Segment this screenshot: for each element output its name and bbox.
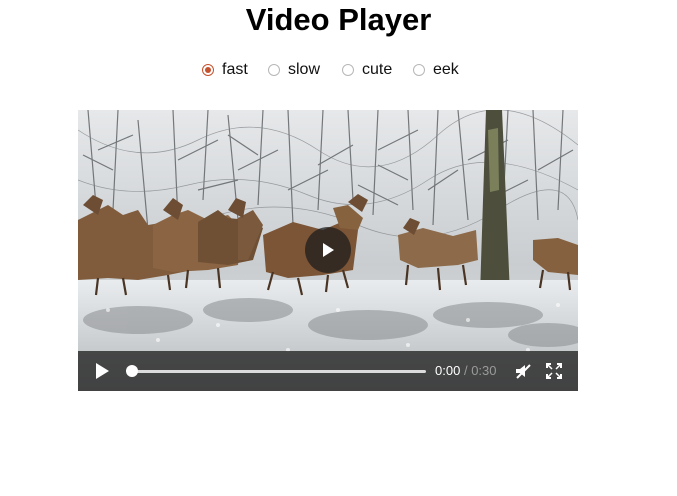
seek-bar[interactable]	[126, 365, 426, 377]
radio-fast-circle[interactable]	[202, 64, 214, 76]
mute-icon[interactable]	[514, 362, 532, 380]
radio-cute-circle[interactable]	[342, 64, 354, 76]
time-separator: /	[463, 363, 468, 378]
time-display: 0:00 / 0:30	[435, 363, 497, 379]
radio-cute[interactable]: cute	[342, 59, 392, 81]
radio-eek-circle[interactable]	[413, 64, 425, 76]
radio-cute-label[interactable]: cute	[362, 59, 392, 81]
radio-slow[interactable]: slow	[268, 59, 320, 81]
video-player[interactable]: 0:00 / 0:30	[78, 110, 578, 391]
radio-fast-label[interactable]: fast	[222, 59, 248, 81]
radio-slow-label[interactable]: slow	[288, 59, 320, 81]
fullscreen-icon[interactable]	[546, 362, 562, 380]
radio-slow-circle[interactable]	[268, 64, 280, 76]
big-play-button[interactable]	[305, 227, 351, 273]
duration: 0:30	[471, 363, 497, 378]
video-controls-bar: 0:00 / 0:30	[78, 351, 578, 391]
current-time: 0:00	[435, 363, 461, 378]
play-icon[interactable]	[92, 361, 112, 381]
big-play-icon	[323, 243, 334, 257]
page-title: Video Player	[245, 2, 432, 37]
speed-radio-group: fast slow cute eek	[0, 59, 677, 81]
seek-thumb[interactable]	[126, 365, 138, 377]
radio-eek[interactable]: eek	[413, 59, 459, 81]
radio-eek-label[interactable]: eek	[433, 59, 459, 81]
radio-fast[interactable]: fast	[202, 59, 248, 81]
